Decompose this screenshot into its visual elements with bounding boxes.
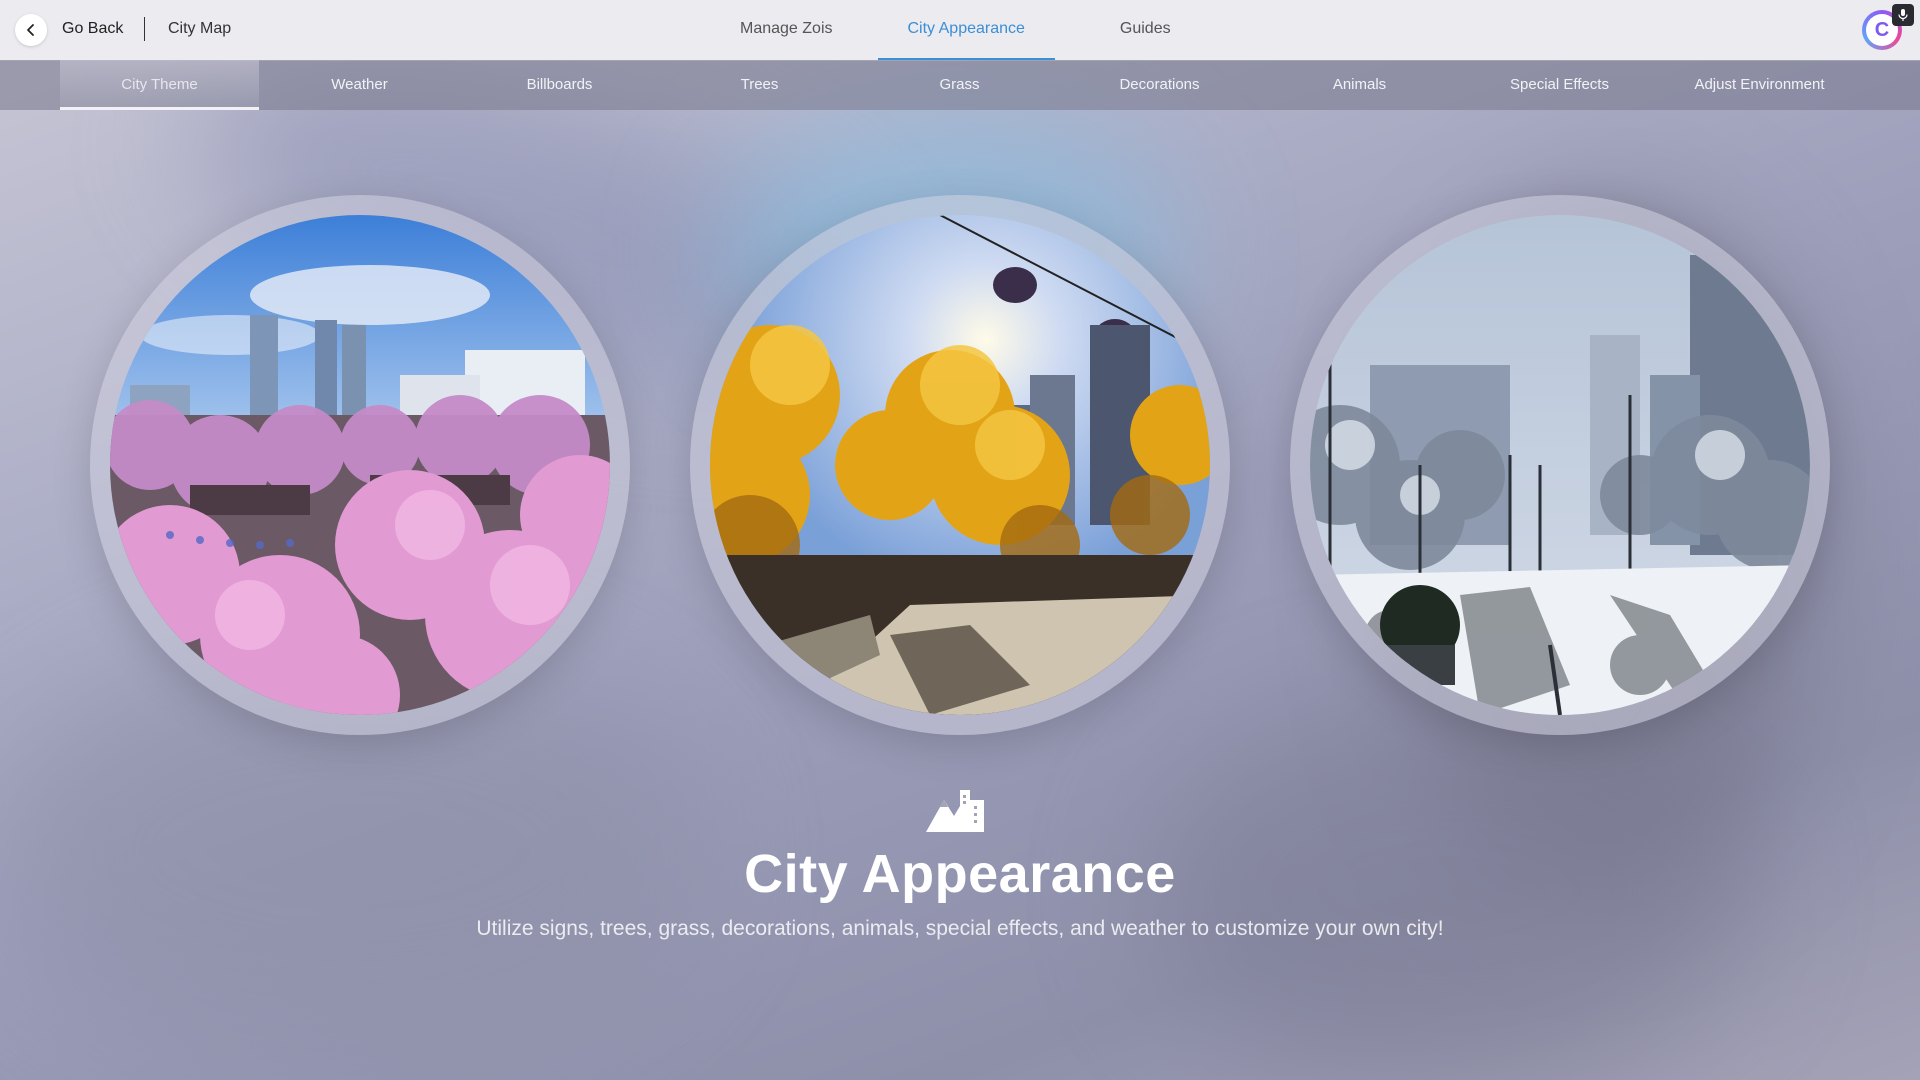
page-title: City Appearance — [744, 844, 1176, 904]
subtab-city-theme[interactable]: City Theme — [60, 60, 259, 110]
subtab-adjust-environment[interactable]: Adjust Environment — [1660, 60, 1859, 110]
chevron-left-icon — [27, 24, 34, 36]
theme-card-autumn[interactable] — [690, 195, 1230, 735]
subtab-weather[interactable]: Weather — [260, 60, 459, 110]
theme-card-winter[interactable] — [1290, 195, 1830, 735]
city-mountain-icon — [926, 790, 984, 832]
spring-blossom-city-image — [110, 215, 610, 715]
main-tabs: Manage Zois City Appearance Guides — [710, 0, 1201, 60]
category-navigation-bar: City Theme Weather Billboards Trees Gras… — [0, 60, 1920, 110]
subtab-decorations[interactable]: Decorations — [1060, 60, 1259, 110]
subtab-grass[interactable]: Grass — [860, 60, 1059, 110]
theme-card-spring[interactable] — [90, 195, 630, 735]
tab-city-appearance[interactable]: City Appearance — [877, 0, 1055, 60]
autumn-city-image — [710, 215, 1210, 715]
winter-snow-city-image — [1310, 215, 1810, 715]
subtab-animals[interactable]: Animals — [1260, 60, 1459, 110]
top-navigation-bar: Go Back City Map Manage Zois City Appear… — [0, 0, 1920, 61]
breadcrumb-separator — [144, 17, 145, 41]
subtab-billboards[interactable]: Billboards — [460, 60, 659, 110]
subtab-trees[interactable]: Trees — [660, 60, 859, 110]
page-description: Utilize signs, trees, grass, decorations… — [476, 917, 1444, 940]
back-button[interactable] — [15, 14, 47, 46]
microphone-button[interactable] — [1892, 4, 1914, 26]
subtab-special-effects[interactable]: Special Effects — [1460, 60, 1659, 110]
breadcrumb-city-map[interactable]: City Map — [168, 20, 231, 38]
tab-guides[interactable]: Guides — [1090, 0, 1201, 58]
microphone-icon — [1898, 9, 1908, 21]
tab-manage-zois[interactable]: Manage Zois — [710, 0, 863, 58]
go-back-link[interactable]: Go Back — [62, 20, 123, 38]
